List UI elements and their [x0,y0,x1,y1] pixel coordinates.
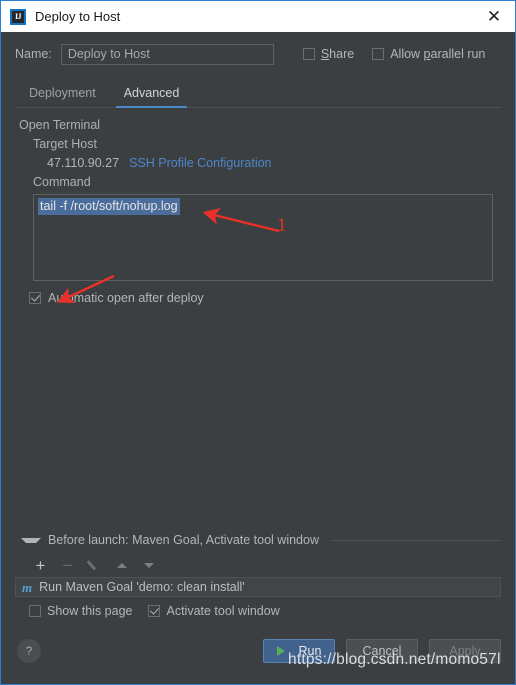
before-launch-title: Before launch: Maven Goal, Activate tool… [48,533,319,547]
footer-buttons: Run Cancel Apply [263,639,501,663]
chevron-down-icon[interactable] [21,537,41,543]
header-checkboxes: Share Allow parallel run [302,47,485,61]
command-textarea[interactable]: tail -f /root/soft/nohup.log [33,194,493,281]
plus-icon[interactable]: + [33,557,48,574]
play-icon [276,646,293,656]
tab-deployment[interactable]: Deployment [15,86,110,107]
share-checkbox-box[interactable] [302,48,315,60]
apply-button-label: Apply [449,644,481,658]
before-launch-divider [331,539,501,541]
activate-tool-window-checkbox[interactable]: Activate tool window [148,604,280,618]
maven-icon: m [22,579,33,595]
share-checkbox[interactable]: Share [302,47,355,61]
pencil-icon [87,558,102,573]
minus-icon: − [62,555,73,575]
name-label: Name: [15,47,52,61]
dialog-footer: ? Run Cancel Apply [1,618,515,684]
show-this-page-checkbox[interactable]: Show this page [29,604,132,618]
intellij-idea-icon: IJ [10,8,26,25]
command-text: tail -f /root/soft/nohup.log [38,198,180,215]
activate-tool-window-checkbox-box[interactable] [148,605,161,617]
allow-parallel-run-checkbox-label: Allow parallel run [390,47,486,61]
before-launch-section: Before launch: Maven Goal, Activate tool… [15,533,501,618]
title-bar: IJ Deploy to Host ✕ [1,1,515,32]
allow-parallel-run-checkbox-box[interactable] [372,48,385,60]
list-item[interactable]: m Run Maven Goal 'demo: clean install' [15,577,501,597]
deploy-to-host-dialog: IJ Deploy to Host ✕ Name: Share Allow pa… [0,0,516,685]
apply-button[interactable]: Apply [429,639,501,663]
automatic-open-checkbox-box[interactable] [29,292,41,304]
name-row: Name: Share Allow parallel run [15,43,501,65]
window-title: Deploy to Host [35,9,121,24]
command-label: Command [33,175,91,189]
ssh-profile-configuration-link[interactable]: SSH Profile Configuration [129,156,271,170]
automatic-open-checkbox[interactable]: Automatic open after deploy [29,291,501,305]
maven-task-label: Run Maven Goal 'demo: clean install' [39,580,245,594]
show-this-page-checkbox-box[interactable] [29,605,41,617]
close-icon[interactable]: ✕ [481,4,507,30]
share-checkbox-label: Share [320,47,355,61]
before-launch-checkboxes: Show this page Activate tool window [29,604,501,618]
cancel-button[interactable]: Cancel [346,639,418,663]
target-host-row: 47.110.90.27 SSH Profile Configuration [47,156,501,170]
activate-tool-window-checkbox-label: Activate tool window [166,604,280,618]
cancel-button-label: Cancel [362,644,402,658]
allow-parallel-run-checkbox[interactable]: Allow parallel run [372,47,485,61]
tab-advanced[interactable]: Advanced [110,86,194,108]
host-ip-value: 47.110.90.27 [47,156,120,170]
tab-bar: Deployment Advanced [15,79,501,108]
help-icon[interactable]: ? [17,639,41,663]
run-button[interactable]: Run [263,639,335,663]
automatic-open-checkbox-label: Automatic open after deploy [48,291,204,305]
name-input[interactable] [60,43,274,65]
arrow-down-icon[interactable] [141,558,156,573]
show-this-page-checkbox-label: Show this page [47,604,133,618]
before-launch-header: Before launch: Maven Goal, Activate tool… [15,533,501,547]
run-button-label: Run [298,644,322,658]
arrow-up-icon[interactable] [114,558,129,573]
before-launch-toolbar: + − [33,553,501,577]
dialog-content: Name: Share Allow parallel run Deploymen… [1,32,515,618]
advanced-panel: Open Terminal Target Host 47.110.90.27 S… [15,108,501,305]
open-terminal-label: Open Terminal [19,118,101,132]
target-host-label: Target Host [33,137,97,151]
